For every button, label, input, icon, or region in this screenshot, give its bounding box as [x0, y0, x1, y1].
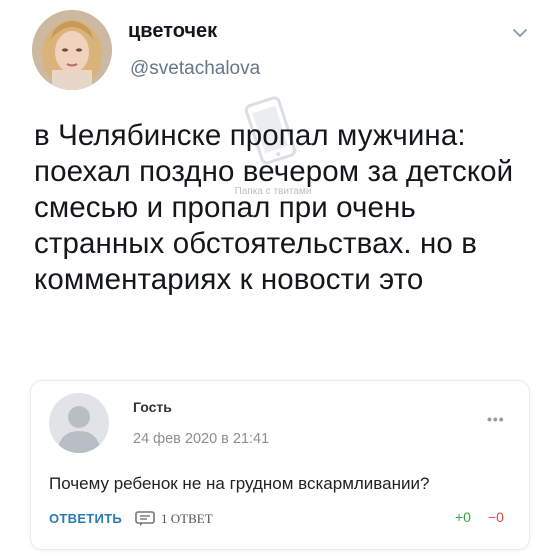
user-handle[interactable]: @svetachalova	[130, 58, 260, 80]
comment-date: 24 фев 2020 в 21:41	[133, 431, 270, 447]
replies-icon	[135, 511, 155, 526]
display-name[interactable]: цветочек	[128, 20, 217, 43]
chevron-down-icon[interactable]	[512, 27, 528, 39]
downvote-count[interactable]: −0	[488, 509, 504, 525]
avatar-photo	[32, 10, 112, 90]
user-avatar[interactable]	[32, 10, 112, 90]
tweet-card: цветочек @svetachalova Папка с твитами в…	[0, 0, 557, 560]
comment-screenshot: Гость 24 фев 2020 в 21:41 ••• Почему реб…	[30, 380, 530, 550]
reply-button[interactable]: ОТВЕТИТЬ	[49, 511, 122, 526]
tweet-text: в Челябинске пропал мужчина: поехал позд…	[34, 119, 514, 296]
user-silhouette-icon	[57, 406, 101, 453]
comment-text: Почему ребенок не на грудном вскармливан…	[49, 474, 430, 493]
replies-count-button[interactable]: 1 ОТВЕТ	[161, 511, 213, 527]
more-options-icon[interactable]: •••	[487, 411, 505, 427]
guest-avatar	[49, 393, 109, 453]
comment-author: Гость	[133, 399, 172, 415]
upvote-count[interactable]: +0	[455, 509, 471, 525]
